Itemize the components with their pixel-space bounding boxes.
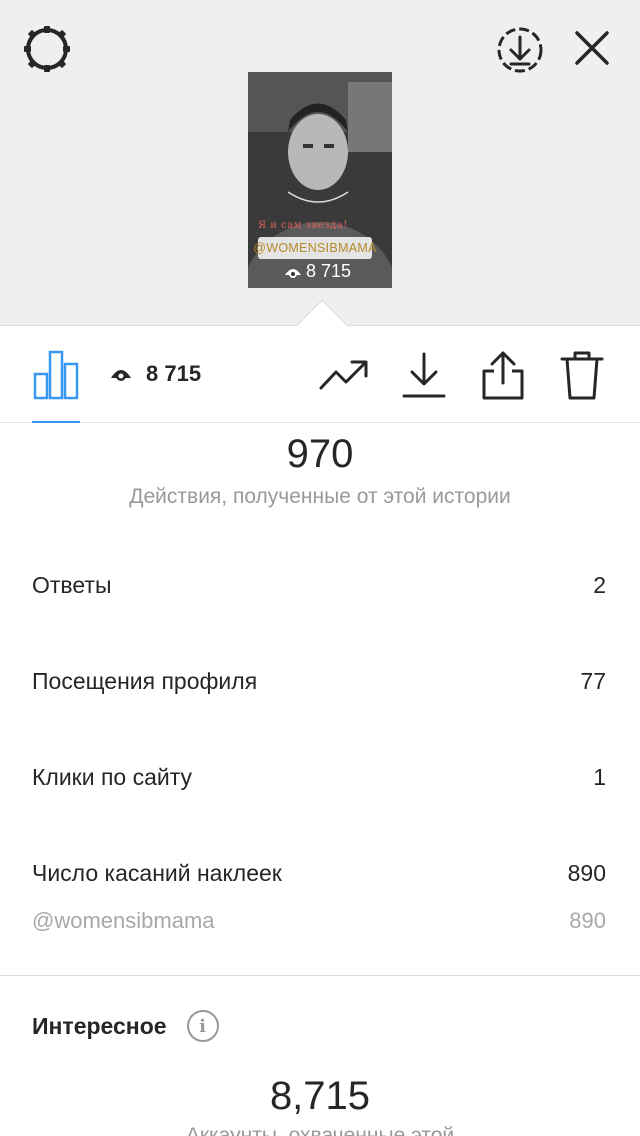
story-preview-area: Я и сам звезда! @WOMENSIBMAMA 8 715 [0,0,640,326]
metric-label: Посещения профиля [32,668,258,694]
metric-value: 1 [593,764,606,790]
metric-value: 890 [567,860,606,886]
thumbnail-views-value: 8 715 [306,261,352,281]
interactions-description: Действия, полученные от этой истории [129,485,511,508]
metric-row-sticker-taps: Число касаний наклеек 890 [32,860,606,887]
metric-row-replies: Ответы 2 [32,572,606,599]
metric-row-sticker-mention[interactable]: @womensibmama 890 [32,908,606,934]
metric-value: 77 [580,668,606,694]
discovery-title: Интересное [32,1012,167,1039]
toolbar-views-value: 8 715 [146,361,202,386]
toolbar-views: 8 715 [110,361,201,387]
trend-icon[interactable] [318,355,370,395]
trash-icon[interactable] [558,347,606,403]
active-tab-indicator [32,421,80,423]
download-circle-icon[interactable] [494,24,546,76]
bar-chart-icon[interactable] [32,349,80,401]
interactions-summary: 970 Действия, полученные от этой истории [0,430,640,511]
metric-value: 2 [593,572,606,598]
section-divider [0,975,640,976]
reach-value: 8,715 [269,1074,371,1118]
mention-sticker: @WOMENSIBMAMA [253,237,376,259]
share-icon[interactable] [478,347,528,403]
close-icon[interactable] [568,24,616,72]
eye-icon [111,370,131,381]
metric-label: Число касаний наклеек [32,860,282,886]
eye-icon [285,268,301,278]
info-icon[interactable]: i [186,1010,219,1042]
metric-label: Клики по сайту [32,764,193,790]
reach-description: Аккаунты, охваченные этой [185,1124,455,1136]
thumbnail-view-count: 8 715 [284,261,351,282]
interactions-value: 970 [286,432,354,476]
download-icon[interactable] [400,349,448,401]
metric-row-website-clicks: Клики по сайту 1 [32,764,606,791]
sticker-mention-value: 890 [569,908,606,933]
settings-icon[interactable] [20,22,74,76]
discovery-section-title: Интересное i [32,1010,219,1042]
story-toolbar: 8 715 [0,327,640,423]
metric-label: Ответы [32,572,112,598]
story-thumbnail[interactable]: Я и сам звезда! @WOMENSIBMAMA 8 715 [248,72,392,288]
sticker-mention-label[interactable]: @womensibmama [32,908,215,934]
metric-row-profile-visits: Посещения профиля 77 [32,668,606,695]
story-caption: Я и сам звезда! [258,220,348,231]
